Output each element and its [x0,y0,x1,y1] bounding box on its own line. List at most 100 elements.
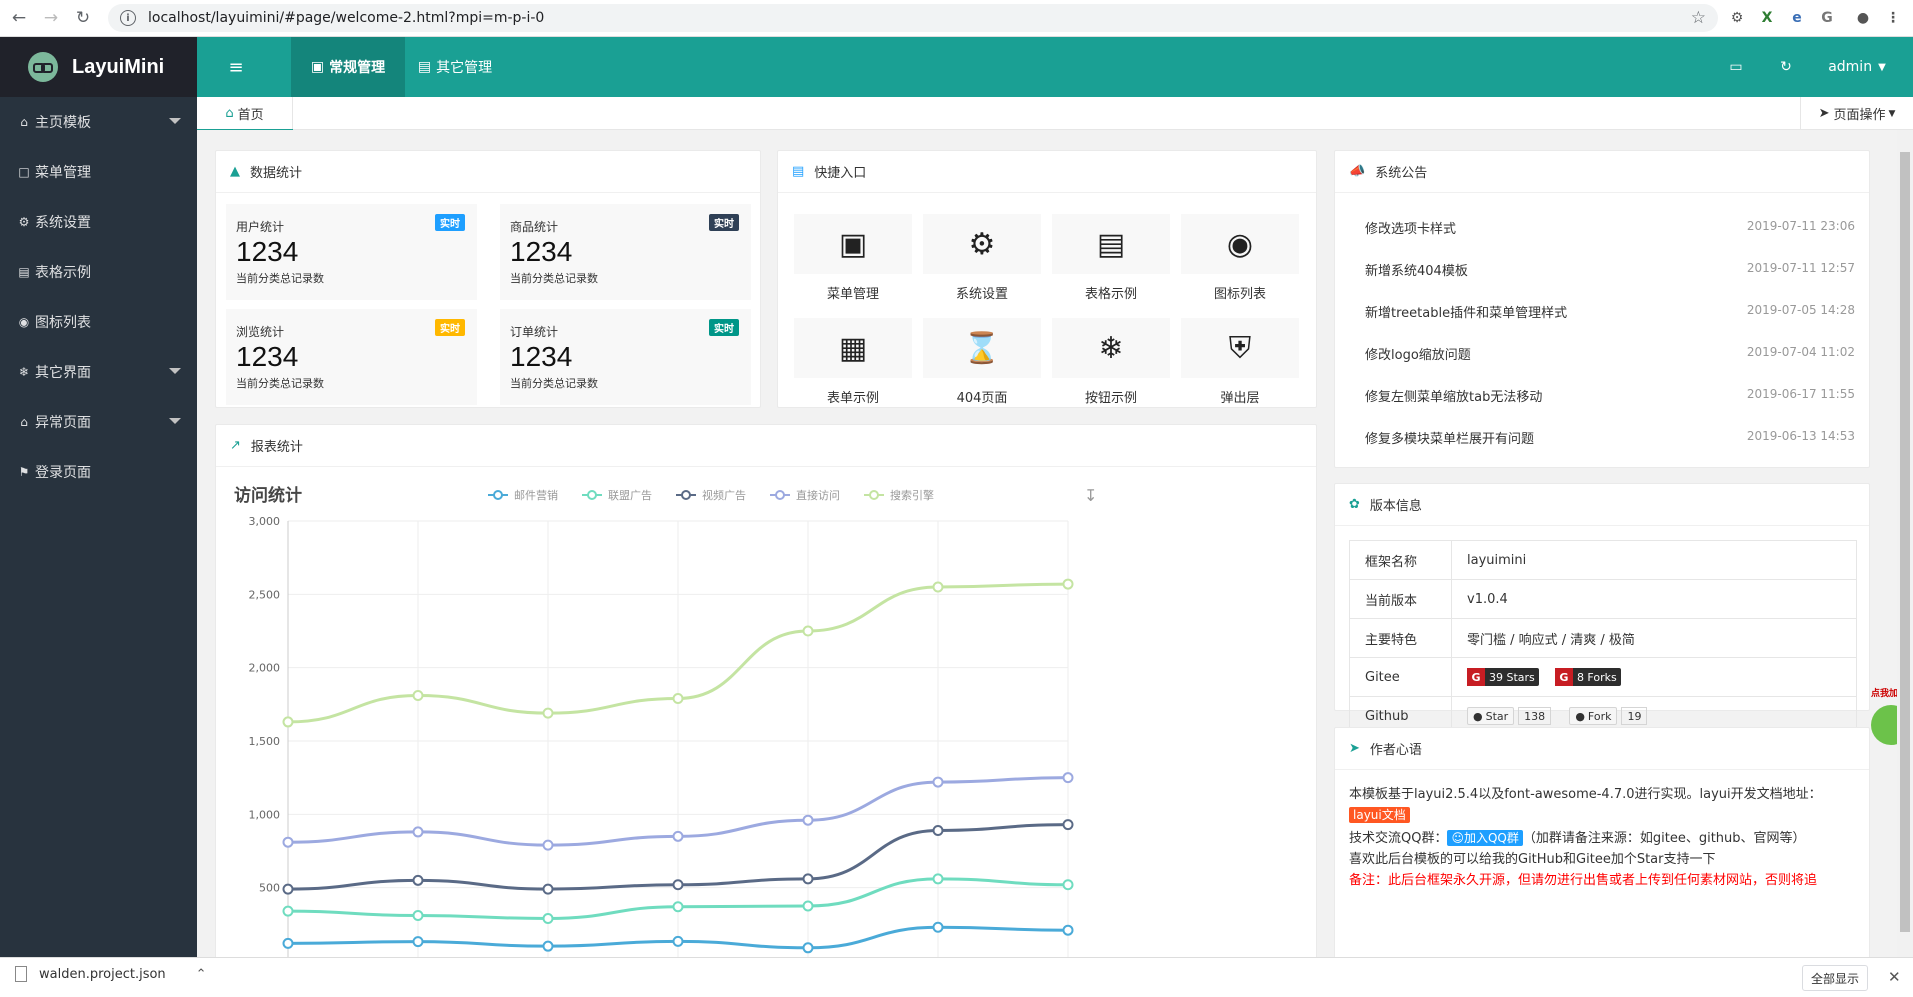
github-fork-count[interactable]: 19 [1621,707,1648,725]
data-point[interactable] [802,625,814,637]
data-point[interactable] [542,883,554,895]
site-info-icon[interactable]: i [120,10,136,26]
legend-label[interactable]: 搜索引擎 [890,488,934,502]
bookmark-star-icon[interactable]: ☆ [1691,8,1706,28]
join-qq-button[interactable]: ☺加入QQ群 [1447,830,1523,846]
vertical-scrollbar[interactable] [1897,130,1913,957]
data-point[interactable] [802,942,814,954]
data-point[interactable] [932,776,944,788]
logo[interactable]: LayuiMini [0,37,197,97]
legend-label[interactable]: 直接访问 [796,488,840,502]
refresh-icon[interactable]: ↻ [1771,37,1801,97]
quick-item-settings[interactable]: ⚙ 系统设置 [923,214,1041,314]
data-point[interactable] [932,873,944,885]
extension-e-icon[interactable]: e [1786,7,1808,29]
profile-icon[interactable]: ● [1852,7,1874,29]
chart-legend[interactable]: 邮件营销 联盟广告 视频广告 直接访问 搜索引擎 [488,488,934,502]
data-point[interactable] [932,921,944,933]
data-point[interactable] [1062,772,1074,784]
show-all-button[interactable]: 全部显示 [1802,965,1868,991]
data-point[interactable] [542,940,554,952]
data-point[interactable] [282,836,294,848]
data-point[interactable] [542,707,554,719]
menu-toggle-icon[interactable]: ≡ [197,37,275,97]
legend-label[interactable]: 联盟广告 [608,489,652,502]
layui-doc-button[interactable]: layui文档 [1349,807,1410,823]
sidebar-item-other[interactable]: ❄ 其它界面 [0,347,197,397]
menu-kebab-icon[interactable]: ⋮ [1882,7,1904,29]
data-point[interactable] [412,936,424,948]
data-point[interactable] [1062,879,1074,891]
tab-other[interactable]: ▤ 其它管理 [405,37,505,97]
reload-icon[interactable]: ↻ [70,5,96,31]
notice-item[interactable]: 新增系统404模板 2019-07-11 12:57 [1365,260,1855,280]
sidebar-item-settings[interactable]: ⚙ 系统设置 [0,197,197,247]
quick-item-buttons[interactable]: ❄ 按钮示例 [1052,318,1170,418]
data-point[interactable] [542,912,554,924]
notice-item[interactable]: 修改logo缩放问题 2019-07-04 11:02 [1365,344,1855,364]
data-point[interactable] [802,873,814,885]
github-star-count[interactable]: 138 [1518,707,1552,725]
gitee-stars-badge[interactable]: G 39 Stars [1467,668,1539,686]
sidebar-item-error[interactable]: ⌂ 异常页面 [0,397,197,447]
extension-x-icon[interactable]: X [1756,7,1778,29]
quick-item-menu[interactable]: ▣ 菜单管理 [794,214,912,314]
sidebar-item-home[interactable]: ⌂ 主页模板 [0,97,197,147]
data-point[interactable] [672,935,684,947]
data-point[interactable] [672,692,684,704]
sidebar-item-login[interactable]: ⚑ 登录页面 [0,447,197,497]
data-point[interactable] [282,716,294,728]
legend-label[interactable]: 邮件营销 [514,488,558,502]
notice-item[interactable]: 修复左侧菜单缩放tab无法移动 2019-06-17 11:55 [1365,386,1855,406]
sidebar-item-icons[interactable]: ◉ 图标列表 [0,297,197,347]
data-point[interactable] [412,910,424,922]
extension-gear-icon[interactable]: ⚙ [1726,7,1748,29]
chevron-up-icon[interactable]: ⌃ [196,967,207,982]
page-operations-dropdown[interactable]: ➤ 页面操作 ▼ [1800,97,1913,130]
quick-item-404[interactable]: ⌛ 404页面 [923,318,1041,418]
data-point[interactable] [802,900,814,912]
address-bar[interactable]: i localhost/layuimini/#page/welcome-2.ht… [108,4,1718,32]
github-fork-button[interactable]: ● Fork [1569,707,1618,725]
data-point[interactable] [282,905,294,917]
data-point[interactable] [412,826,424,838]
data-point[interactable] [932,824,944,836]
data-point[interactable] [672,830,684,842]
tab-general[interactable]: ▣ 常规管理 [291,37,405,97]
clear-cache-icon[interactable]: ▭ [1721,37,1751,97]
data-point[interactable] [412,690,424,702]
notice-item[interactable]: 新增treetable插件和菜单管理样式 2019-07-05 14:28 [1365,302,1855,322]
download-item[interactable]: walden.project.json ⌃ [15,966,207,982]
data-point[interactable] [1062,819,1074,831]
data-point[interactable] [1062,924,1074,936]
notice-item[interactable]: 修复多模块菜单栏展开有问题 2019-06-13 14:53 [1365,428,1855,448]
data-point[interactable] [542,839,554,851]
extension-g-icon[interactable]: G [1816,7,1838,29]
download-icon[interactable]: ↧ [1084,486,1097,505]
quick-item-layer[interactable]: ⛨ 弹出层 [1181,318,1299,418]
gitee-forks-badge[interactable]: G8 Forks [1554,668,1621,686]
sidebar-item-menu[interactable]: □ 菜单管理 [0,147,197,197]
quick-item-form[interactable]: ▦ 表单示例 [794,318,912,418]
close-icon[interactable]: ✕ [1888,968,1901,986]
data-point[interactable] [412,874,424,886]
quick-item-table[interactable]: ▤ 表格示例 [1052,214,1170,314]
data-point[interactable] [282,883,294,895]
data-point[interactable] [672,879,684,891]
back-icon[interactable]: ← [6,5,32,31]
data-point[interactable] [282,937,294,949]
speedup-widget[interactable]: 点我加速 [1871,686,1897,766]
sidebar-item-table[interactable]: ▤ 表格示例 [0,247,197,297]
data-point[interactable] [1062,578,1074,590]
notice-item[interactable]: 修改选项卡样式 2019-07-11 23:06 [1365,218,1855,238]
data-point[interactable] [932,581,944,593]
user-menu[interactable]: admin ▼ [1817,37,1897,97]
tab-home[interactable]: ⌂ 首页 [197,97,293,131]
quick-item-icons[interactable]: ◉ 图标列表 [1181,214,1299,314]
legend-label[interactable]: 视频广告 [702,488,746,502]
data-point[interactable] [672,901,684,913]
scrollbar-thumb[interactable] [1900,152,1910,932]
github-star-button[interactable]: ● Star [1467,707,1515,725]
forward-icon[interactable]: → [38,5,64,31]
data-point[interactable] [802,814,814,826]
